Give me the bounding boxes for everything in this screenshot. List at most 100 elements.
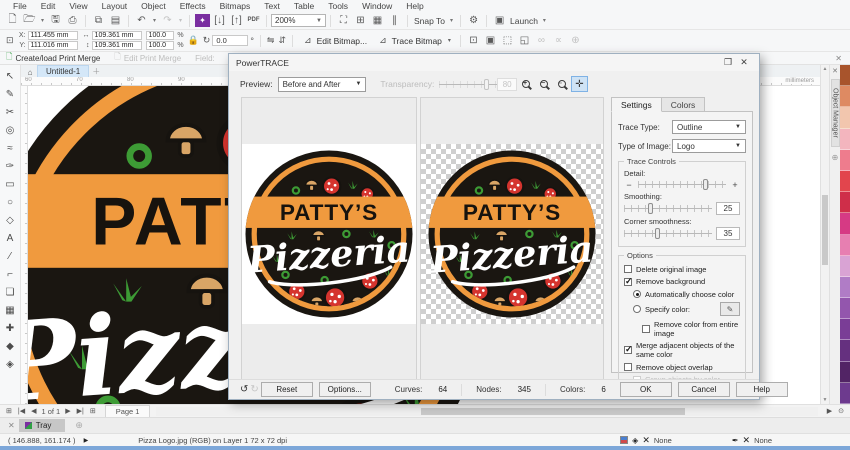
previous-page-icon[interactable]: ◀ [28,407,39,415]
after-preview-pane[interactable] [420,97,604,381]
first-page-icon[interactable]: |◀ [15,407,28,415]
color-swatch[interactable] [840,150,850,171]
tab-colors[interactable]: Colors [661,97,706,112]
color-swatch[interactable] [840,383,850,404]
radio-box[interactable] [633,290,641,298]
before-preview-pane[interactable] [241,97,417,381]
slider-thumb[interactable] [484,79,489,90]
smoothing-slider[interactable] [624,203,712,214]
close-icon[interactable]: ✕ [736,57,752,68]
color-swatch[interactable] [840,171,850,192]
menu-item[interactable]: View [62,1,94,11]
paste-icon[interactable]: ▤ [108,13,123,28]
detail-minus-button[interactable]: − [624,180,634,190]
document-tab[interactable]: Untitled-1 [37,65,89,77]
print-icon[interactable]: ⎙ [65,13,80,28]
menu-item[interactable]: Bitmaps [213,1,258,11]
ok-button[interactable]: OK [620,382,672,397]
checkbox-box[interactable] [624,363,632,371]
maximize-icon[interactable]: ❒ [720,57,736,68]
detail-plus-button[interactable]: + [730,180,740,190]
rotation-angle-field[interactable]: 0.0 [212,35,248,46]
specify-color-swatch-button[interactable]: ✎ [720,302,740,316]
checkbox-box[interactable] [624,265,632,273]
create-print-merge-button[interactable]: 🗋Create/load Print Merge [6,51,100,65]
scale-x-field[interactable]: 100.0 [146,31,174,40]
options-button[interactable]: Options... [319,382,371,397]
rectangle-tool[interactable]: ▭ [2,175,19,193]
add-page-end-icon[interactable]: ⊞ [87,407,99,415]
edit-print-merge-button[interactable]: 🗋Edit Print Merge [114,51,181,65]
mirror-vertical-icon[interactable]: ⇵ [278,35,286,46]
tab-settings[interactable]: Settings [611,97,662,112]
transparency-slider[interactable] [439,79,497,90]
last-page-icon[interactable]: ▶| [74,407,87,415]
import-icon[interactable]: [↓] [212,13,227,28]
cancel-button[interactable]: Cancel [678,382,730,397]
add-property-icon[interactable]: ⊕ [568,33,583,48]
y-position-field[interactable]: 111.016 mm [28,41,78,50]
color-swatch[interactable] [840,319,850,340]
smoothing-value-field[interactable]: 25 [716,202,740,215]
trace-type-select[interactable]: Outline▼ [672,120,746,134]
delete-original-checkbox[interactable]: Delete original image [624,265,740,274]
menu-item[interactable]: Edit [34,1,63,11]
transparency-tool[interactable]: ▦ [2,301,19,319]
menu-item[interactable]: Help [399,1,430,11]
options-gear-icon[interactable]: ⚙ [466,13,481,28]
lock-ratio-icon[interactable]: 🔒 [188,35,199,46]
launch-label[interactable]: Launch [510,16,538,26]
reset-button[interactable]: Reset [261,382,313,397]
detail-slider[interactable] [638,179,726,190]
undo-caret-icon[interactable]: ▾ [151,13,158,28]
width-field[interactable]: 109.361 mm [92,31,142,40]
ellipse-tool[interactable]: ○ [2,193,19,211]
slider-thumb[interactable] [703,179,708,190]
save-icon[interactable]: 🖫 [48,13,63,28]
menu-item[interactable]: Table [287,1,321,11]
polygon-tool[interactable]: ◇ [2,211,19,229]
open-icon[interactable]: 🗁 [22,13,37,28]
launch-icon[interactable]: ▣ [492,13,507,28]
color-swatch[interactable] [840,362,850,383]
pan-button[interactable]: ✛ [571,76,588,92]
radio-box[interactable] [633,305,641,313]
color-swatch[interactable] [840,256,850,277]
menu-item[interactable]: Layout [95,1,135,11]
scale-y-field[interactable]: 100.0 [146,41,174,50]
redo-icon[interactable]: ↷ [160,13,175,28]
slider-thumb[interactable] [655,228,660,239]
color-swatch[interactable] [840,235,850,256]
add-page-icon[interactable]: ⊞ [3,407,15,415]
menu-item[interactable]: Effects [173,1,213,11]
dialog-title-bar[interactable]: PowerTRACE ❒ ✕ [229,54,759,71]
merge-adjacent-checkbox[interactable]: Merge adjacent objects of the same color [624,341,740,359]
zoom-level-select[interactable]: 200%▼ [271,14,326,27]
smart-fill-tool[interactable]: ◈ [2,355,19,373]
dimension-tool[interactable]: ⁄ [2,247,19,265]
connector-tool[interactable]: ⌐ [2,265,19,283]
zoom-out-button[interactable]: − [535,76,552,92]
vertical-scrollbar[interactable]: ▲ ▼ [820,65,829,404]
x-position-field[interactable]: 111.455 mm [28,31,78,40]
color-swatch[interactable] [840,65,850,86]
zoom-fit-button[interactable]: ▫ [553,76,570,92]
crop-tool[interactable]: ✂ [2,103,19,121]
publish-pdf-icon[interactable]: PDF [246,13,261,28]
auto-choose-color-radio[interactable]: Automatically choose color [633,290,740,299]
link-icon[interactable]: ∞ [534,33,549,48]
undo-icon[interactable]: ↶ [134,13,149,28]
help-button[interactable]: Help [736,382,788,397]
pick-tool[interactable]: ↖ [2,67,19,85]
wrap-text-icon[interactable]: ⊡ [466,33,481,48]
image-type-select[interactable]: Logo▼ [672,139,746,153]
powerclip-icon[interactable]: ◱ [517,33,532,48]
color-swatch[interactable] [840,129,850,150]
artistic-media-tool[interactable]: ✑ [2,157,19,175]
shape-tool[interactable]: ✎ [2,85,19,103]
expand-icon[interactable]: ▶ [84,437,89,444]
new-tab-icon[interactable]: ＋ [89,66,103,77]
redo-icon[interactable]: ↻ [250,384,258,395]
mirror-horizontal-icon[interactable]: ⇋ [267,35,275,46]
specify-color-radio[interactable]: Specify color:✎ [633,302,740,316]
